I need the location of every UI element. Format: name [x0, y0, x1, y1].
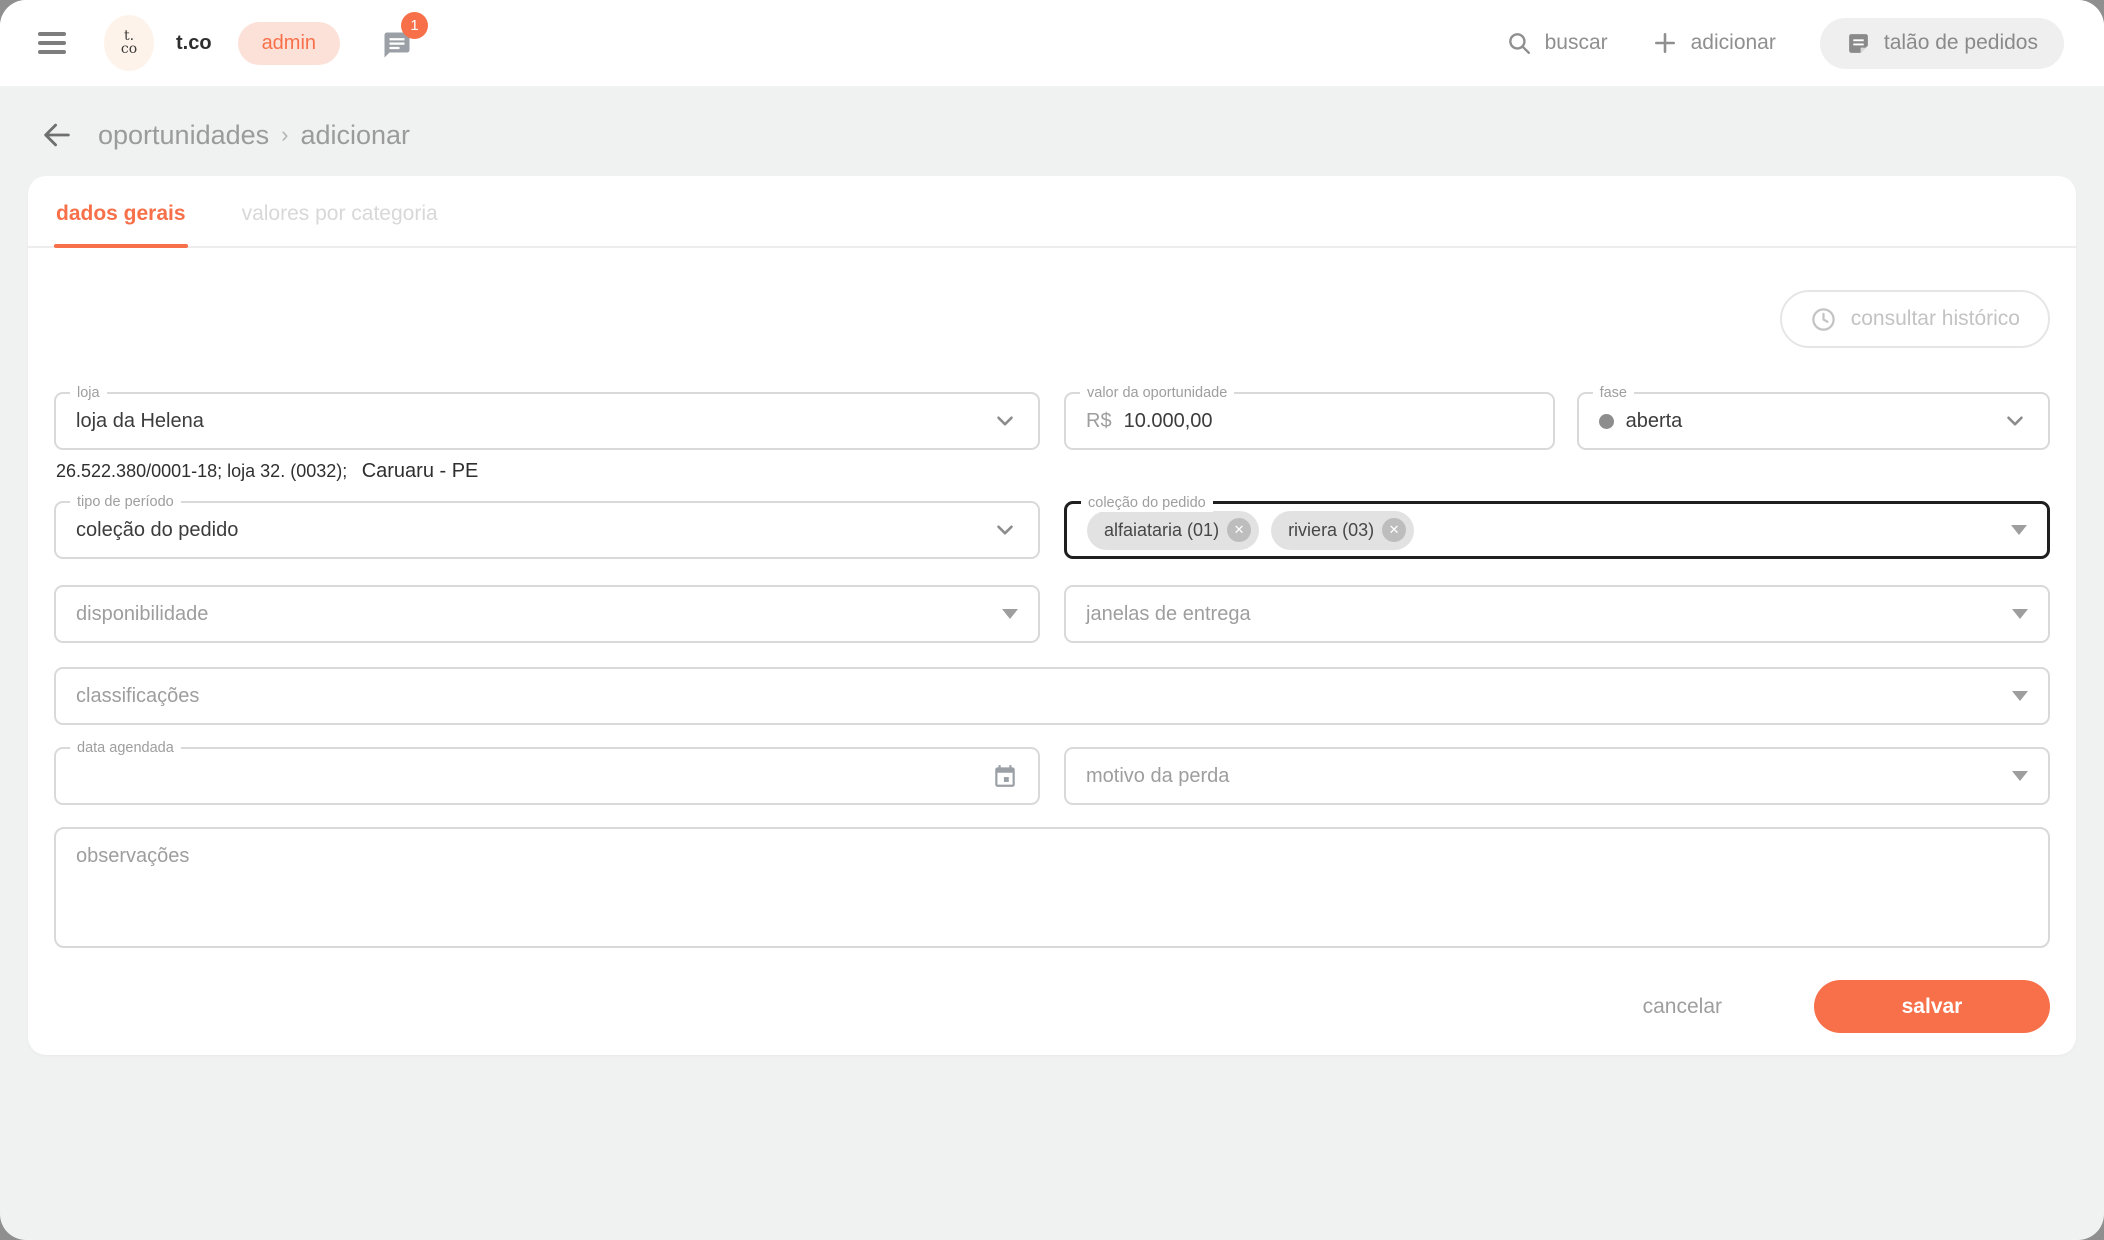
arrow-left-icon: [40, 118, 74, 152]
selected-chips: alfaiataria (01) ✕ riviera (03) ✕: [1087, 511, 1414, 550]
avatar-text-line2: co: [121, 43, 137, 56]
janelas-entrega-placeholder: janelas de entrega: [1086, 603, 1251, 626]
classificacoes-placeholder: classificações: [76, 685, 199, 708]
order-pad-label: talão de pedidos: [1884, 31, 2038, 55]
tipo-periodo-value: coleção do pedido: [76, 519, 238, 542]
janelas-entrega-select[interactable]: janelas de entrega: [1064, 585, 2050, 643]
classificacoes-select[interactable]: classificações: [54, 667, 2050, 725]
dropdown-arrow-icon: [2012, 609, 2028, 619]
add-button[interactable]: adicionar: [1652, 30, 1776, 56]
colecao-pedido-multiselect[interactable]: coleção do pedido alfaiataria (01) ✕ riv…: [1064, 501, 2050, 559]
observacoes-placeholder: observações: [76, 845, 189, 867]
currency-prefix: R$: [1086, 410, 1112, 433]
history-row: consultar histórico: [54, 290, 2050, 348]
chevron-down-icon: [2002, 408, 2028, 434]
search-icon: [1506, 30, 1532, 56]
dropdown-arrow-icon: [2012, 771, 2028, 781]
observacoes-textarea[interactable]: observações: [54, 827, 2050, 948]
form-actions: cancelar salvar: [54, 980, 2050, 1033]
form-card: dados gerais valores por categoria consu…: [28, 176, 2076, 1055]
breadcrumb-row: oportunidades › adicionar: [0, 86, 2104, 176]
role-badge: admin: [238, 22, 340, 65]
notification-badge: 1: [401, 12, 428, 39]
order-pad-icon: [1846, 31, 1871, 56]
form-row-1: loja loja da Helena valor da oportunidad…: [54, 392, 2050, 450]
brand-avatar[interactable]: t. co: [104, 15, 154, 71]
chevron-down-icon: [992, 408, 1018, 434]
search-button[interactable]: buscar: [1506, 30, 1608, 56]
chip-riviera: riviera (03) ✕: [1271, 511, 1414, 550]
plus-icon: [1652, 30, 1678, 56]
loja-helper-city: Caruaru - PE: [362, 460, 479, 482]
add-label: adicionar: [1691, 31, 1776, 55]
chip-remove-icon[interactable]: ✕: [1227, 518, 1251, 542]
clock-icon: [1810, 306, 1837, 333]
loja-value: loja da Helena: [76, 410, 204, 433]
colecao-pedido-label: coleção do pedido: [1081, 494, 1213, 512]
motivo-perda-select[interactable]: motivo da perda: [1064, 747, 2050, 805]
history-button[interactable]: consultar histórico: [1780, 290, 2050, 348]
breadcrumb-parent[interactable]: oportunidades: [98, 120, 269, 151]
form-row-1-right: valor da oportunidade R$ 10.000,00 fase …: [1064, 392, 2050, 450]
calendar-icon[interactable]: [992, 763, 1018, 789]
topbar-left: t. co t.co admin 1: [38, 15, 412, 71]
breadcrumb: oportunidades › adicionar: [98, 120, 410, 151]
tab-valores-por-categoria[interactable]: valores por categoria: [240, 176, 440, 246]
tab-dados-gerais[interactable]: dados gerais: [54, 176, 188, 246]
dropdown-arrow-icon: [2011, 525, 2027, 535]
save-button[interactable]: salvar: [1814, 980, 2050, 1033]
fase-value: aberta: [1626, 410, 1683, 433]
chip-alfaiataria: alfaiataria (01) ✕: [1087, 511, 1259, 550]
cancel-button[interactable]: cancelar: [1643, 995, 1722, 1019]
valor-oportunidade-input[interactable]: valor da oportunidade R$ 10.000,00: [1064, 392, 1555, 450]
fase-label: fase: [1593, 384, 1634, 402]
disponibilidade-placeholder: disponibilidade: [76, 603, 208, 626]
chevron-down-icon: [992, 517, 1018, 543]
loja-helper-cnpj: 26.522.380/0001-18; loja 32. (0032);: [56, 461, 347, 481]
history-button-label: consultar histórico: [1851, 307, 2020, 331]
form-row-2: tipo de período coleção do pedido coleçã…: [54, 501, 2050, 559]
valor-value: 10.000,00: [1124, 410, 1213, 433]
tipo-periodo-select[interactable]: tipo de período coleção do pedido: [54, 501, 1040, 559]
order-pad-button[interactable]: talão de pedidos: [1820, 18, 2064, 69]
messages-button[interactable]: 1: [382, 30, 412, 63]
topbar: t. co t.co admin 1 busca: [0, 0, 2104, 86]
dropdown-arrow-icon: [2012, 691, 2028, 701]
valor-label: valor da oportunidade: [1080, 384, 1234, 402]
chip-remove-icon[interactable]: ✕: [1382, 518, 1406, 542]
fase-select[interactable]: fase aberta: [1577, 392, 2050, 450]
data-agendada-input[interactable]: data agendada: [54, 747, 1040, 805]
form-row-3: disponibilidade janelas de entrega: [54, 585, 2050, 643]
topbar-right: buscar adicionar talão de pedidos: [1506, 18, 2064, 69]
menu-icon[interactable]: [38, 23, 78, 63]
card-body: consultar histórico loja loja da Helena: [28, 290, 2076, 1055]
loja-label: loja: [70, 384, 107, 402]
status-dot-icon: [1599, 414, 1614, 429]
loja-helper-text: 26.522.380/0001-18; loja 32. (0032); Car…: [56, 460, 2050, 483]
tabs: dados gerais valores por categoria: [28, 176, 2076, 248]
back-button[interactable]: [40, 118, 74, 152]
breadcrumb-separator: ›: [281, 122, 288, 148]
tipo-periodo-label: tipo de período: [70, 493, 181, 511]
form-row-5: data agendada motivo da perda: [54, 747, 2050, 805]
data-agendada-label: data agendada: [70, 739, 181, 757]
motivo-perda-placeholder: motivo da perda: [1086, 765, 1229, 788]
form-row-4: classificações: [54, 667, 2050, 725]
loja-select[interactable]: loja loja da Helena: [54, 392, 1040, 450]
chip-label: alfaiataria (01): [1104, 520, 1219, 541]
chip-label: riviera (03): [1288, 520, 1374, 541]
brand-name: t.co: [176, 32, 212, 55]
app-window: t. co t.co admin 1 busca: [0, 0, 2104, 1240]
breadcrumb-current: adicionar: [300, 120, 410, 151]
disponibilidade-select[interactable]: disponibilidade: [54, 585, 1040, 643]
search-label: buscar: [1545, 31, 1608, 55]
dropdown-arrow-icon: [1002, 609, 1018, 619]
